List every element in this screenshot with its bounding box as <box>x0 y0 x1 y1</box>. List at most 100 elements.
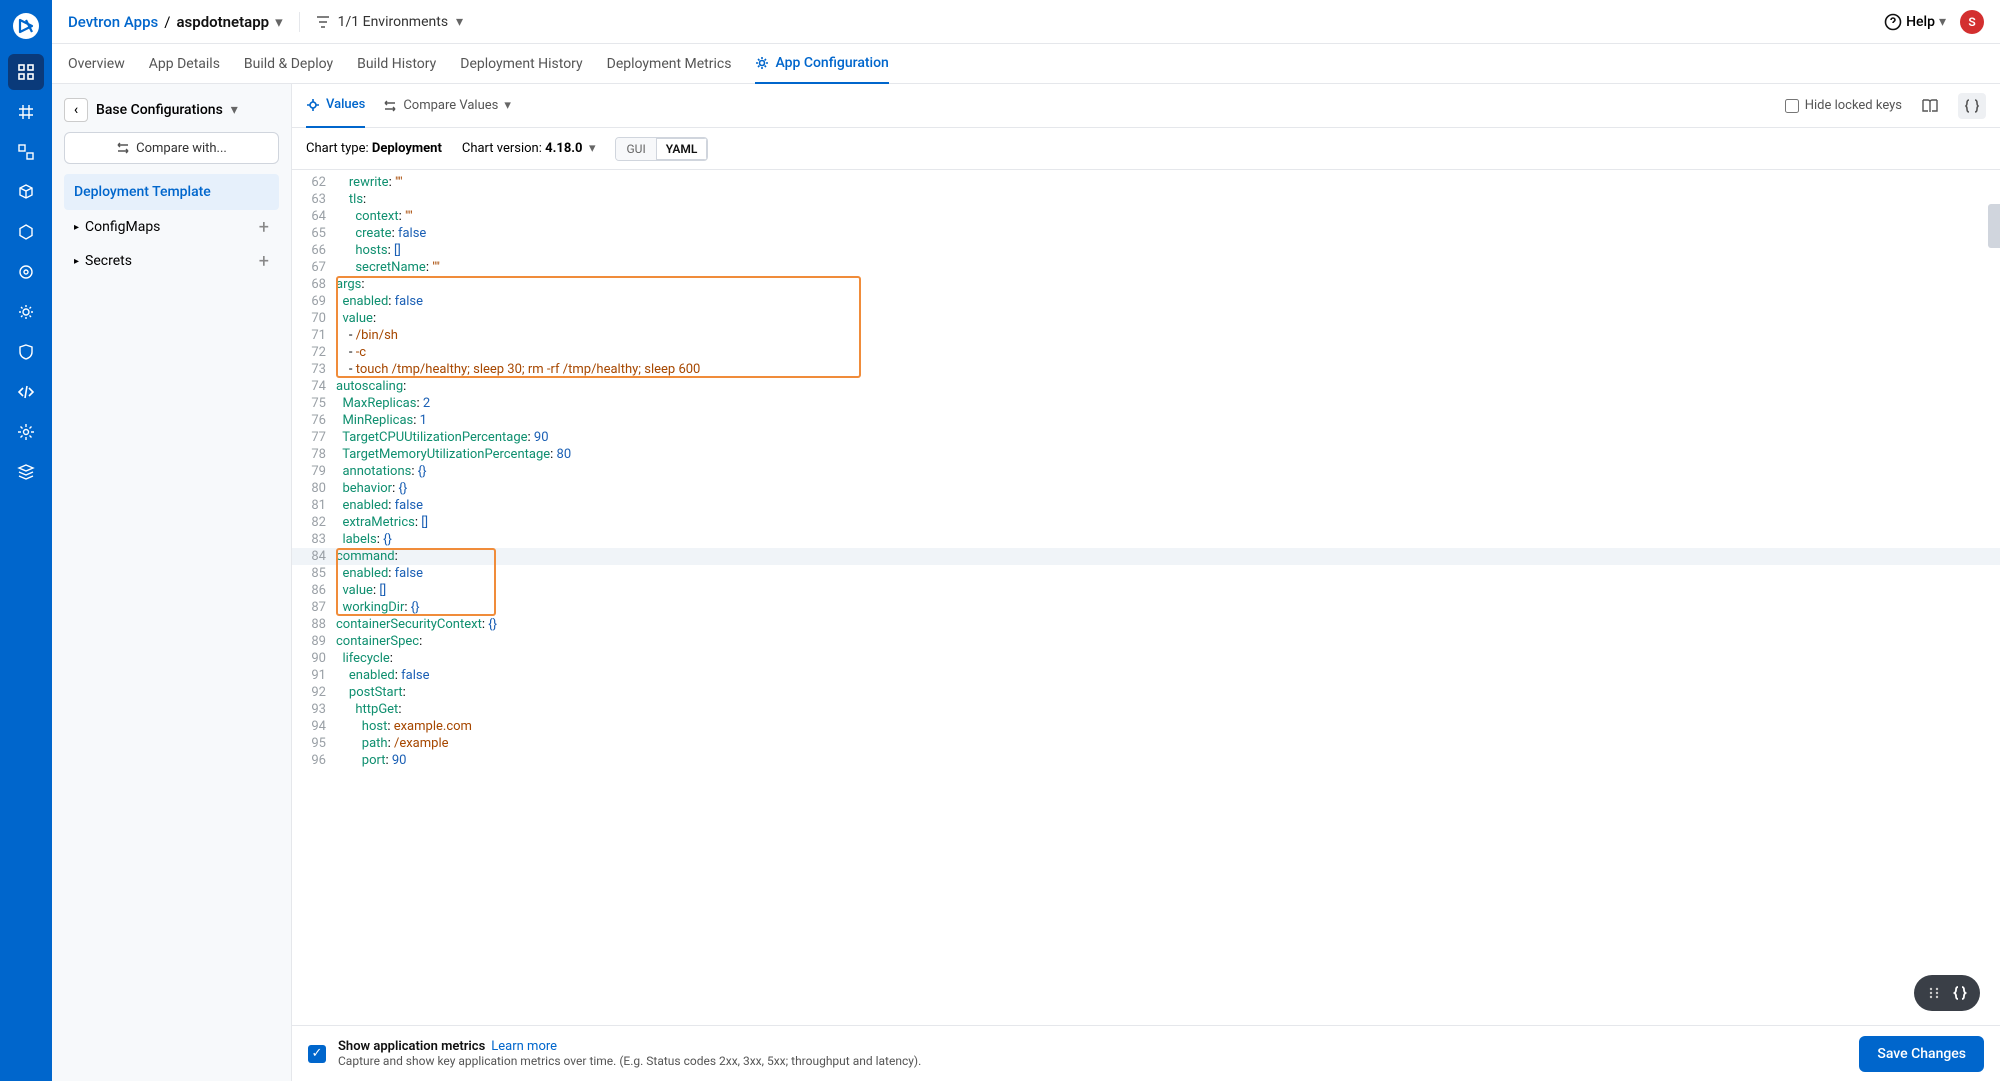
yaml-editor[interactable]: 62 rewrite: ""63 tls:64 context: ""65 cr… <box>292 170 2000 1025</box>
sidebar-expand-secrets[interactable]: ▸Secrets+ <box>64 244 279 278</box>
env-selector-label: 1/1 Environments <box>338 14 448 30</box>
rail-target-icon[interactable] <box>8 254 44 290</box>
tab-build-deploy[interactable]: Build & Deploy <box>244 44 333 84</box>
rail-settings-icon[interactable] <box>8 414 44 450</box>
toggle-gui[interactable]: GUI <box>616 138 655 160</box>
floating-toolbar[interactable] <box>1914 975 1980 1011</box>
tab-compare-values[interactable]: Compare Values ▾ <box>383 84 511 128</box>
config-sidebar: ‹ Base Configurations ▾ Compare with... … <box>52 84 292 1081</box>
rail-hex-icon[interactable] <box>8 214 44 250</box>
tab-values[interactable]: Values <box>306 84 365 128</box>
back-button[interactable]: ‹ <box>64 98 88 122</box>
code-line[interactable]: 70 value: <box>292 310 2000 327</box>
code-line[interactable]: 79 annotations: {} <box>292 463 2000 480</box>
drag-handle-icon[interactable] <box>1922 981 1946 1005</box>
code-line[interactable]: 69 enabled: false <box>292 293 2000 310</box>
code-line[interactable]: 88containerSecurityContext: {} <box>292 616 2000 633</box>
code-line[interactable]: 92 postStart: <box>292 684 2000 701</box>
tab-values-label: Values <box>326 97 365 112</box>
hide-locked-label: Hide locked keys <box>1805 98 1902 113</box>
code-line[interactable]: 77 TargetCPUUtilizationPercentage: 90 <box>292 429 2000 446</box>
breadcrumb-app[interactable]: aspdotnetapp <box>176 13 269 31</box>
hide-locked-keys-checkbox[interactable]: Hide locked keys <box>1785 98 1902 113</box>
code-line[interactable]: 81 enabled: false <box>292 497 2000 514</box>
tab-compare-label: Compare Values <box>403 98 498 113</box>
rail-grid-icon[interactable] <box>8 94 44 130</box>
rail-shield-icon[interactable] <box>8 334 44 370</box>
rail-stack-icon[interactable] <box>8 454 44 490</box>
rail-apps-icon[interactable] <box>8 54 44 90</box>
braces-icon[interactable] <box>1948 981 1972 1005</box>
rail-cube-icon[interactable] <box>8 174 44 210</box>
code-line[interactable]: 75 MaxReplicas: 2 <box>292 395 2000 412</box>
filter-icon <box>316 15 330 29</box>
metrics-checkbox[interactable]: ✓ <box>308 1045 326 1063</box>
code-line[interactable]: 96 port: 90 <box>292 752 2000 769</box>
toggle-yaml[interactable]: YAML <box>656 138 708 160</box>
rail-code-icon[interactable] <box>8 374 44 410</box>
readme-icon[interactable] <box>1916 93 1944 119</box>
code-line[interactable]: 91 enabled: false <box>292 667 2000 684</box>
sidebar-expand-configmaps[interactable]: ▸ConfigMaps+ <box>64 210 279 244</box>
code-line[interactable]: 86 value: [] <box>292 582 2000 599</box>
scrollbar-track[interactable] <box>1988 204 2000 248</box>
compare-label: Compare with... <box>136 141 227 156</box>
code-line[interactable]: 80 behavior: {} <box>292 480 2000 497</box>
code-line[interactable]: 62 rewrite: "" <box>292 174 2000 191</box>
schema-icon[interactable] <box>1958 93 1986 119</box>
gui-yaml-toggle[interactable]: GUI YAML <box>615 137 708 161</box>
code-line[interactable]: 87 workingDir: {} <box>292 599 2000 616</box>
editor: Values Compare Values ▾ Hide locked keys <box>292 84 2000 1081</box>
tab-app-details[interactable]: App Details <box>149 44 220 84</box>
tab-deployment-metrics[interactable]: Deployment Metrics <box>607 44 732 84</box>
breadcrumb-root[interactable]: Devtron Apps <box>68 13 158 31</box>
chevron-down-icon: ▾ <box>1939 14 1946 30</box>
user-avatar[interactable]: S <box>1960 10 1984 34</box>
code-line[interactable]: 89containerSpec: <box>292 633 2000 650</box>
chart-version-selector[interactable]: Chart version: 4.18.0 ▾ <box>462 141 596 156</box>
environment-selector[interactable]: 1/1 Environments ▾ <box>316 14 463 30</box>
code-line[interactable]: 95 path: /example <box>292 735 2000 752</box>
code-line[interactable]: 85 enabled: false <box>292 565 2000 582</box>
chevron-down-icon[interactable]: ▾ <box>275 13 283 31</box>
tab-overview[interactable]: Overview <box>68 44 125 84</box>
code-line[interactable]: 67 secretName: "" <box>292 259 2000 276</box>
sidebar-item-deployment-template[interactable]: Deployment Template <box>64 174 279 210</box>
breadcrumb-sep: / <box>164 13 170 31</box>
chevron-down-icon: ▾ <box>456 14 463 30</box>
chevron-down-icon[interactable]: ▾ <box>231 102 238 118</box>
code-line[interactable]: 74autoscaling: <box>292 378 2000 395</box>
rail-gear-icon[interactable] <box>8 294 44 330</box>
footer-bar: ✓ Show application metricsLearn more Cap… <box>292 1025 2000 1081</box>
code-line[interactable]: 76 MinReplicas: 1 <box>292 412 2000 429</box>
learn-more-link[interactable]: Learn more <box>491 1039 557 1054</box>
code-line[interactable]: 73 - touch /tmp/healthy; sleep 30; rm -r… <box>292 361 2000 378</box>
rail-workload-icon[interactable] <box>8 134 44 170</box>
app-logo <box>8 8 44 44</box>
code-line[interactable]: 90 lifecycle: <box>292 650 2000 667</box>
code-line[interactable]: 78 TargetMemoryUtilizationPercentage: 80 <box>292 446 2000 463</box>
code-line[interactable]: 65 create: false <box>292 225 2000 242</box>
chart-info-bar: Chart type: Deployment Chart version: 4.… <box>292 128 2000 170</box>
tab-build-history[interactable]: Build History <box>357 44 436 84</box>
code-line[interactable]: 84command: <box>292 548 2000 565</box>
nav-rail <box>0 0 52 1081</box>
code-line[interactable]: 83 labels: {} <box>292 531 2000 548</box>
code-line[interactable]: 64 context: "" <box>292 208 2000 225</box>
tab-deployment-history[interactable]: Deployment History <box>460 44 582 84</box>
save-changes-button[interactable]: Save Changes <box>1859 1036 1984 1072</box>
code-line[interactable]: 72 - -c <box>292 344 2000 361</box>
code-line[interactable]: 71 - /bin/sh <box>292 327 2000 344</box>
metrics-subtitle: Capture and show key application metrics… <box>338 1054 921 1068</box>
help-menu[interactable]: Help ▾ <box>1884 13 1946 31</box>
compare-with-button[interactable]: Compare with... <box>64 132 279 164</box>
code-line[interactable]: 63 tls: <box>292 191 2000 208</box>
code-line[interactable]: 93 httpGet: <box>292 701 2000 718</box>
code-line[interactable]: 66 hosts: [] <box>292 242 2000 259</box>
code-line[interactable]: 68args: <box>292 276 2000 293</box>
code-line[interactable]: 94 host: example.com <box>292 718 2000 735</box>
tab-app-configuration[interactable]: App Configuration <box>755 44 888 84</box>
page-tabs: Overview App Details Build & Deploy Build H… <box>52 44 2000 84</box>
code-line[interactable]: 82 extraMetrics: [] <box>292 514 2000 531</box>
editor-top-tabs: Values Compare Values ▾ Hide locked keys <box>292 84 2000 128</box>
